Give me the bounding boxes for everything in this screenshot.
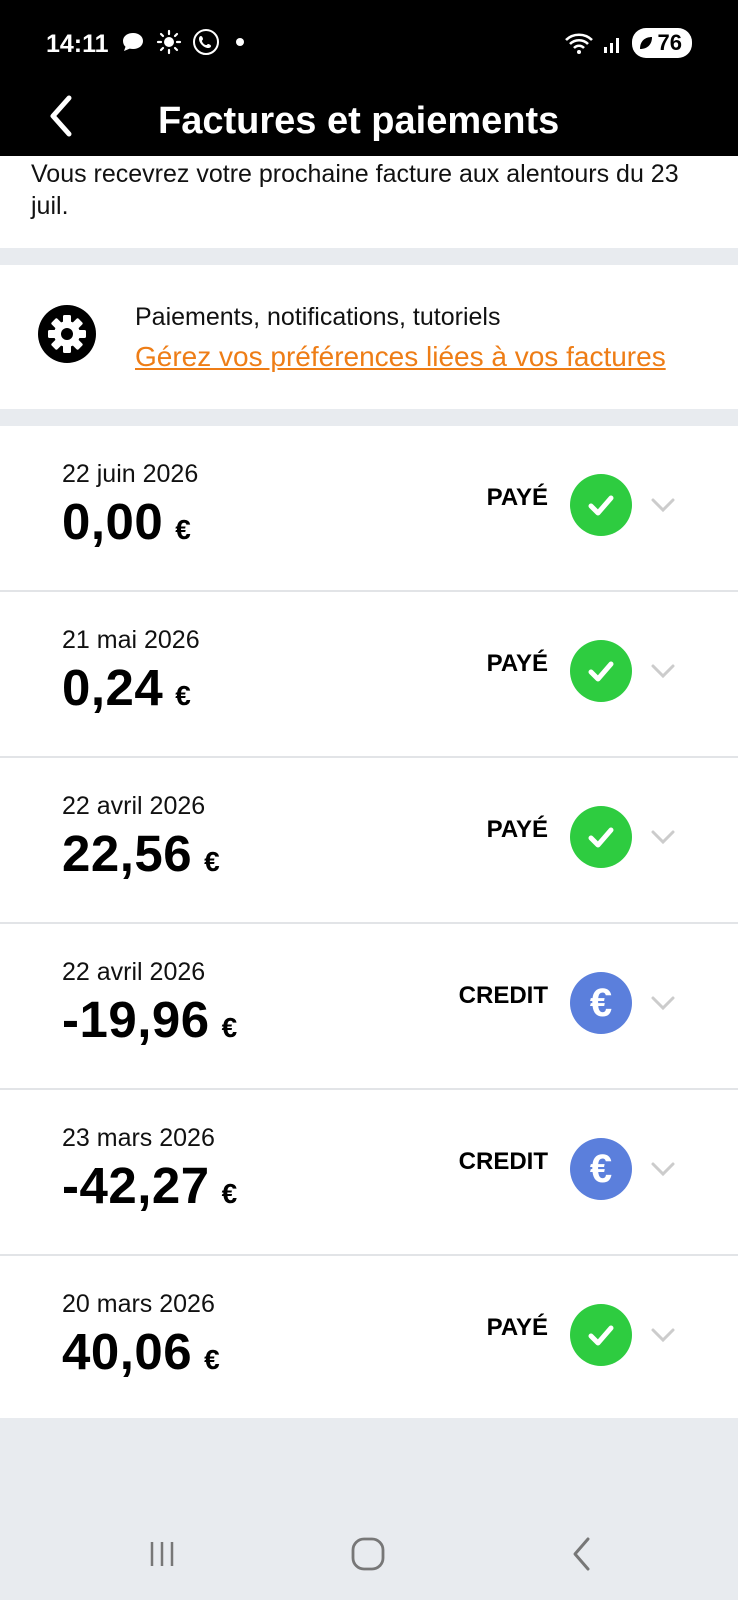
invoice-amount: 0,24 € [62,659,192,716]
battery-level: 76 [657,30,682,55]
page-title: Factures et paiements [158,100,560,142]
check-icon [570,806,632,868]
back-arrow-icon [50,95,72,137]
invoice-row[interactable]: 21 mai 2026 0,24 € PAYÉ [0,592,738,758]
home-button[interactable] [346,1532,390,1576]
invoice-date: 22 avril 2026 [62,792,206,820]
sun-icon [156,29,182,55]
chevron-down-icon[interactable] [648,656,678,686]
leaf-icon [639,37,652,49]
check-icon [570,474,632,536]
invoice-date: 22 avril 2026 [62,958,206,986]
home-icon [351,1537,385,1571]
dot-icon [236,38,244,46]
invoice-amount: -42,27 € [62,1157,238,1214]
app-bar: Factures et paiements [0,80,738,156]
currency-symbol: € [175,680,192,711]
system-nav-bar [0,1508,738,1600]
check-icon [570,1304,632,1366]
recent-apps-icon [150,1542,174,1566]
phone-call-icon [193,29,219,55]
invoice-amount: 22,56 € [62,825,221,882]
currency-symbol: € [221,1178,238,1209]
status-label: PAYÉ [486,650,548,677]
currency-symbol: € [204,1344,221,1375]
notice-text: Vous recevrez votre prochaine facture au… [31,160,679,220]
status-bar: 14:11 76 [0,0,738,80]
wifi-icon [564,33,593,54]
invoice-date: 20 mars 2026 [62,1290,215,1318]
status-time: 14:11 [46,30,109,58]
chat-icon [123,33,143,51]
preferences-card[interactable]: Paiements, notifications, tutoriels Gére… [0,265,738,409]
invoice-amount: -19,96 € [62,991,238,1048]
battery-indicator: 76 [631,28,692,58]
status-label: PAYÉ [486,1314,548,1341]
chevron-down-icon[interactable] [648,490,678,520]
back-button[interactable] [36,86,86,146]
invoice-amount: 0,00 € [62,493,192,550]
chevron-down-icon[interactable] [648,1154,678,1184]
invoice-amount: 40,06 € [62,1323,221,1380]
gear-icon [38,305,96,363]
invoice-date: 21 mai 2026 [62,626,200,654]
status-label: CREDIT [458,1148,548,1175]
invoice-row[interactable]: 22 avril 2026 22,56 € PAYÉ [0,758,738,924]
status-label: PAYÉ [486,816,548,843]
invoice-row[interactable]: 22 juin 2026 0,00 € PAYÉ [0,426,738,592]
manage-preferences-link[interactable]: Gérez vos préférences liées à vos factur… [135,341,666,373]
euro-icon: € [570,1138,632,1200]
invoice-row[interactable]: 20 mars 2026 40,06 € PAYÉ [0,1256,738,1418]
status-label: CREDIT [458,982,548,1009]
recent-apps-button[interactable] [140,1532,184,1576]
check-icon [570,640,632,702]
next-invoice-notice: Vous recevrez votre prochaine facture au… [0,156,738,248]
preferences-title: Paiements, notifications, tutoriels [135,303,501,331]
currency-symbol: € [221,1012,238,1043]
invoice-list: 22 juin 2026 0,00 € PAYÉ 21 mai 2026 0,24… [0,426,738,1418]
invoice-date: 22 juin 2026 [62,460,199,488]
invoice-row[interactable]: 23 mars 2026 -42,27 € CREDIT € [0,1090,738,1256]
chevron-down-icon[interactable] [648,822,678,852]
back-nav-button[interactable] [560,1532,604,1576]
status-label: PAYÉ [486,484,548,511]
invoice-row[interactable]: 22 avril 2026 -19,96 € CREDIT € [0,924,738,1090]
chevron-down-icon[interactable] [648,1320,678,1350]
signal-icon [603,38,619,53]
euro-icon: € [570,972,632,1034]
currency-symbol: € [204,846,221,877]
status-system-icons: 76 [564,28,692,58]
invoice-date: 23 mars 2026 [62,1124,215,1152]
currency-symbol: € [175,514,192,545]
status-notification-icons [120,28,244,56]
chevron-down-icon[interactable] [648,988,678,1018]
back-icon [573,1537,590,1571]
